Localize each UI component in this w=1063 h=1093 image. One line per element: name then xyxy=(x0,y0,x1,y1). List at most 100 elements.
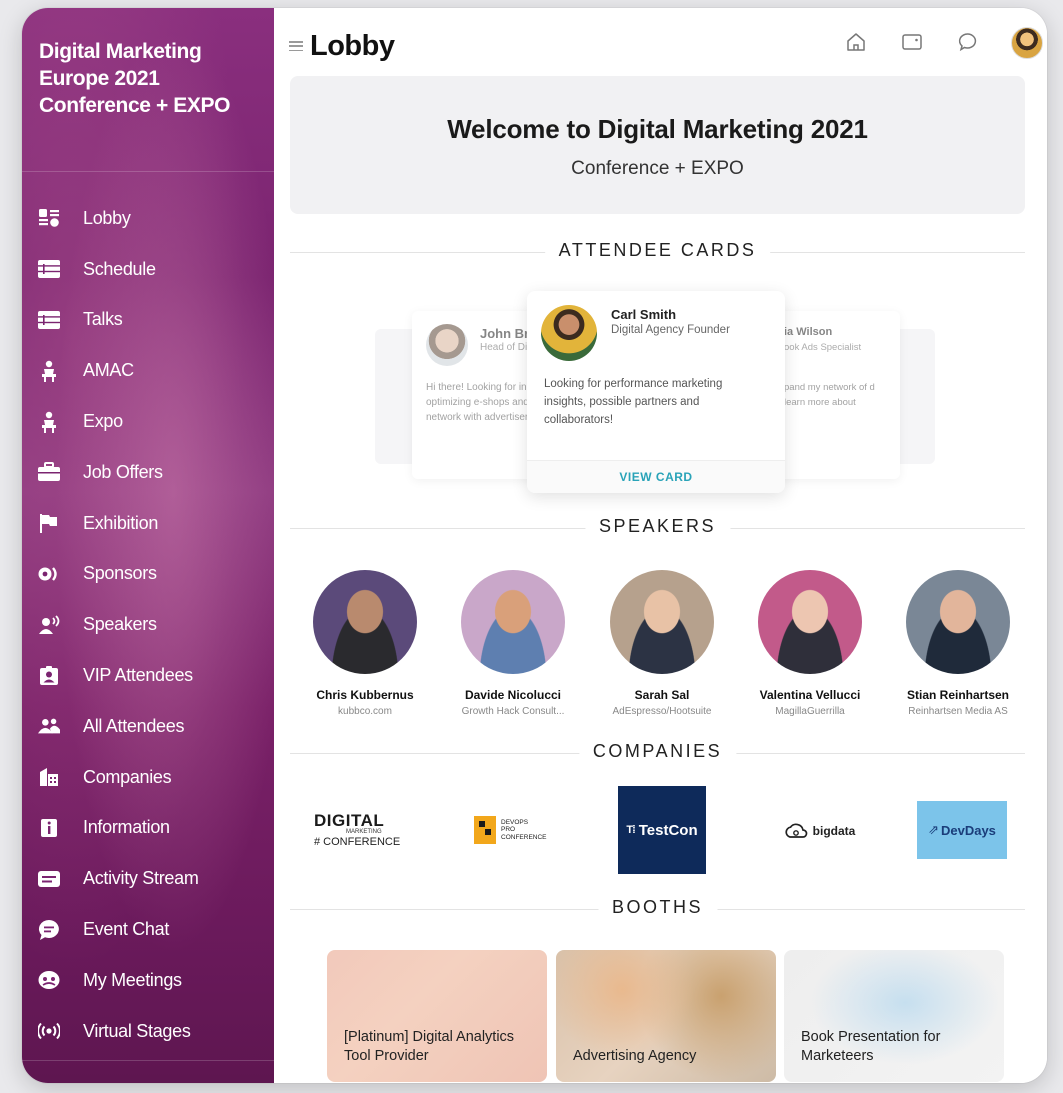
sidebar: Digital Marketing Europe 2021 Conference… xyxy=(22,8,274,1083)
speaker-name: Davide Nicolucci xyxy=(464,688,562,702)
sidebar-item-my-meetings[interactable]: My Meetings xyxy=(22,955,274,1006)
company-logo-bigdata[interactable]: bigdata xyxy=(774,816,864,846)
company-logo-text: DEVOPS xyxy=(501,818,529,826)
company-logo-devdays[interactable]: ⇗ DevDays xyxy=(917,801,1007,859)
sidebar-divider xyxy=(22,171,274,172)
hamburger-menu-icon[interactable] xyxy=(289,41,303,52)
sidebar-item-amac[interactable]: AMAC xyxy=(22,345,274,396)
home-icon[interactable] xyxy=(844,30,868,54)
speaker-name: Valentina Vellucci xyxy=(759,688,861,702)
attendee-role: Digital Agency Founder xyxy=(611,324,730,336)
sidebar-item-information[interactable]: Information xyxy=(22,803,274,854)
sidebar-item-label: Lobby xyxy=(83,207,131,228)
sidebar-item-virtual-stages[interactable]: Virtual Stages xyxy=(22,1006,274,1057)
attendee-name: ia Wilson xyxy=(784,326,833,338)
sidebar-item-activity-stream[interactable]: Activity Stream xyxy=(22,853,274,904)
company-logo-text: bigdata xyxy=(812,824,856,838)
sidebar-item-label: Expo xyxy=(83,411,123,432)
attendee-bio: Looking for performance marketing insigh… xyxy=(544,378,723,426)
speaker-name: Sarah Sal xyxy=(634,688,690,702)
section-title: ATTENDEE CARDS xyxy=(544,240,771,261)
attendee-card-featured[interactable]: Carl Smith Digital Agency Founder Lookin… xyxy=(527,291,785,493)
view-card-button[interactable]: VIEW CARD xyxy=(527,460,785,493)
main-content: Lobby Welcome to Digital Marketing 2021 … xyxy=(274,8,1047,1083)
sidebar-item-label: VIP Attendees xyxy=(83,665,193,686)
sidebar-item-label: Exhibition xyxy=(83,512,159,533)
speaker-company: AdEspresso/Hootsuite xyxy=(612,706,712,717)
sidebar-item-job-offers[interactable]: Job Offers xyxy=(22,447,274,498)
people-icon xyxy=(38,715,60,737)
section-title: SPEAKERS xyxy=(584,516,731,537)
attendee-name: Carl Smith xyxy=(611,307,677,322)
company-logo-testcon[interactable]: T⁞ TestCon xyxy=(618,786,706,874)
attendee-bio: pand my network of d learn more about xyxy=(784,382,875,408)
sidebar-item-expo[interactable]: Expo xyxy=(22,396,274,447)
meetings-icon xyxy=(38,969,60,991)
chat-bubble-icon[interactable] xyxy=(956,30,980,54)
sidebar-item-talks[interactable]: Talks xyxy=(22,295,274,346)
booth-card[interactable]: [Platinum] Digital Analytics Tool Provid… xyxy=(327,950,547,1082)
welcome-subtitle: Conference + EXPO xyxy=(571,158,744,179)
sidebar-item-lobby[interactable]: Lobby xyxy=(22,193,274,244)
sidebar-item-label: Schedule xyxy=(83,258,156,279)
section-header-speakers: SPEAKERS xyxy=(290,516,1025,540)
list-icon xyxy=(38,258,60,280)
speaker-card[interactable]: Valentina Vellucci MagillaGuerrilla xyxy=(740,570,880,717)
sidebar-item-exhibition[interactable]: Exhibition xyxy=(22,498,274,549)
speaker-card[interactable]: Sarah Sal AdEspresso/Hootsuite xyxy=(592,570,732,717)
speaker-name: Chris Kubbernus xyxy=(316,688,414,702)
podium-icon xyxy=(38,360,60,382)
speaker-card[interactable]: Chris Kubbernus kubbco.com xyxy=(295,570,435,717)
list-icon xyxy=(38,309,60,331)
sidebar-nav: Lobby Schedule Talks AMAC Expo Job Offer… xyxy=(22,193,274,1057)
booth-card[interactable]: Advertising Agency xyxy=(556,950,776,1082)
booth-title: Advertising Agency xyxy=(573,1048,697,1064)
sidebar-item-label: Companies xyxy=(83,766,172,787)
top-bar: Lobby xyxy=(274,8,1047,72)
podium-icon xyxy=(38,411,60,433)
sidebar-item-label: Speakers xyxy=(83,614,157,635)
welcome-banner: Welcome to Digital Marketing 2021 Confer… xyxy=(290,76,1025,214)
sidebar-item-event-chat[interactable]: Event Chat xyxy=(22,904,274,955)
speaker-photo xyxy=(610,570,714,674)
sidebar-item-vip-attendees[interactable]: VIP Attendees xyxy=(22,650,274,701)
app-window: Digital Marketing Europe 2021 Conference… xyxy=(22,8,1047,1083)
sidebar-item-label: Talks xyxy=(83,309,123,330)
company-logo-text: DevDays xyxy=(940,822,996,838)
sidebar-item-sponsors[interactable]: Sponsors xyxy=(22,549,274,600)
attendee-avatar xyxy=(541,305,597,361)
company-logo-devops-pro[interactable]: DEVOPS PRO CONFERENCE xyxy=(474,814,564,846)
sidebar-item-all-attendees[interactable]: All Attendees xyxy=(22,701,274,752)
section-title: COMPANIES xyxy=(578,741,737,762)
event-title[interactable]: Digital Marketing Europe 2021 Conference… xyxy=(39,38,264,119)
sidebar-item-label: All Attendees xyxy=(83,715,185,736)
stream-icon xyxy=(38,868,60,890)
attendee-role: ook Ads Specialist xyxy=(784,342,862,353)
company-logo-digital-marketing-conference[interactable]: DIGITAL MARKETING # CONFERENCE xyxy=(314,806,414,854)
company-logo-text: MARKETING xyxy=(346,828,382,835)
speaker-card[interactable]: Davide Nicolucci Growth Hack Consult... xyxy=(443,570,583,717)
booth-title: Book Presentation for Marketeers xyxy=(801,1029,941,1064)
vip-badge-icon xyxy=(38,665,60,687)
info-icon xyxy=(38,817,60,839)
company-logo-text: PRO xyxy=(501,826,516,834)
speaker-company: kubbco.com xyxy=(338,706,392,717)
devdays-logo-icon: ⇗ xyxy=(928,822,939,837)
sidebar-item-schedule[interactable]: Schedule xyxy=(22,244,274,295)
sidebar-item-speakers[interactable]: Speakers xyxy=(22,599,274,650)
company-logo-text: # CONFERENCE xyxy=(314,835,401,848)
booth-card[interactable]: Book Presentation for Marketeers xyxy=(784,950,1004,1082)
speaker-photo xyxy=(906,570,1010,674)
sidebar-item-companies[interactable]: Companies xyxy=(22,752,274,803)
attendee-avatar xyxy=(426,324,468,366)
wallet-icon[interactable] xyxy=(900,30,924,54)
sidebar-item-label: Event Chat xyxy=(83,919,170,940)
user-avatar[interactable] xyxy=(1011,27,1043,59)
flag-icon xyxy=(38,512,60,534)
company-logo-text: DIGITAL xyxy=(314,810,385,830)
speaker-card[interactable]: Stian Reinhartsen Reinhartsen Media AS xyxy=(888,570,1028,717)
sidebar-item-label: My Meetings xyxy=(83,969,182,990)
speaker-photo xyxy=(461,570,565,674)
building-icon xyxy=(38,766,60,788)
page-title: Lobby xyxy=(310,30,395,62)
